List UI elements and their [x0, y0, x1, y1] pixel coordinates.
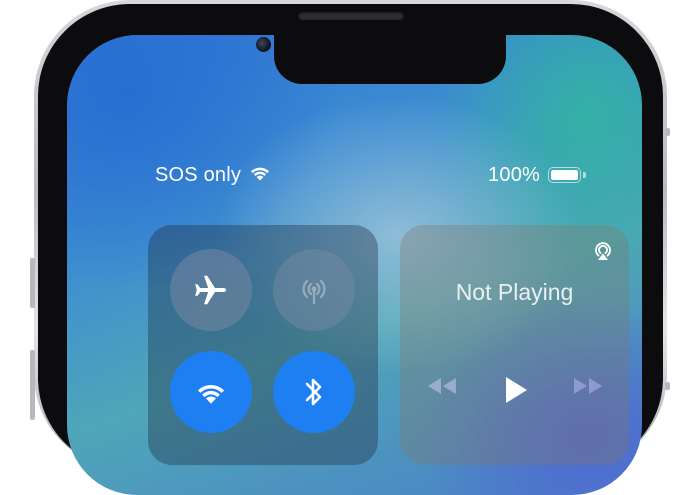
- side-accent-top: [665, 128, 670, 136]
- control-center-screen: SOS only 100% Not Playing: [67, 35, 642, 495]
- wifi-toggle[interactable]: [170, 351, 252, 433]
- front-camera: [256, 37, 271, 52]
- cellular-antenna-icon: [302, 279, 326, 305]
- volume-up-button: [30, 258, 35, 308]
- now-playing-label: Not Playing: [455, 279, 574, 305]
- airplay-icon[interactable]: [591, 239, 615, 268]
- battery-percentage: 100%: [488, 164, 540, 186]
- airplane-icon: [195, 275, 227, 305]
- wifi-icon: [249, 164, 271, 187]
- fast-forward-button[interactable]: [568, 375, 608, 397]
- phone-frame: SOS only 100% Not Playing: [34, 0, 667, 495]
- earpiece-speaker: [298, 11, 404, 20]
- bluetooth-toggle[interactable]: [273, 351, 355, 433]
- play-icon: [506, 377, 527, 403]
- side-accent-bottom: [665, 382, 670, 390]
- notch: [274, 35, 506, 84]
- rewind-icon: [428, 378, 456, 394]
- status-bar-left: SOS only: [155, 164, 271, 187]
- airplane-mode-toggle[interactable]: [170, 249, 252, 331]
- connectivity-module: [148, 225, 378, 465]
- media-player-module: Not Playing: [400, 225, 629, 465]
- play-button[interactable]: [496, 375, 536, 405]
- wifi-icon: [197, 384, 225, 404]
- phone-bezel: SOS only 100% Not Playing: [38, 4, 663, 495]
- volume-down-button: [30, 350, 35, 420]
- battery-icon: [548, 166, 586, 185]
- cellular-data-toggle[interactable]: [273, 249, 355, 331]
- bluetooth-icon: [305, 378, 322, 406]
- status-bar-right: 100%: [488, 164, 586, 187]
- fast-forward-icon: [574, 378, 602, 394]
- carrier-label: SOS only: [155, 164, 242, 186]
- rewind-button[interactable]: [422, 375, 462, 397]
